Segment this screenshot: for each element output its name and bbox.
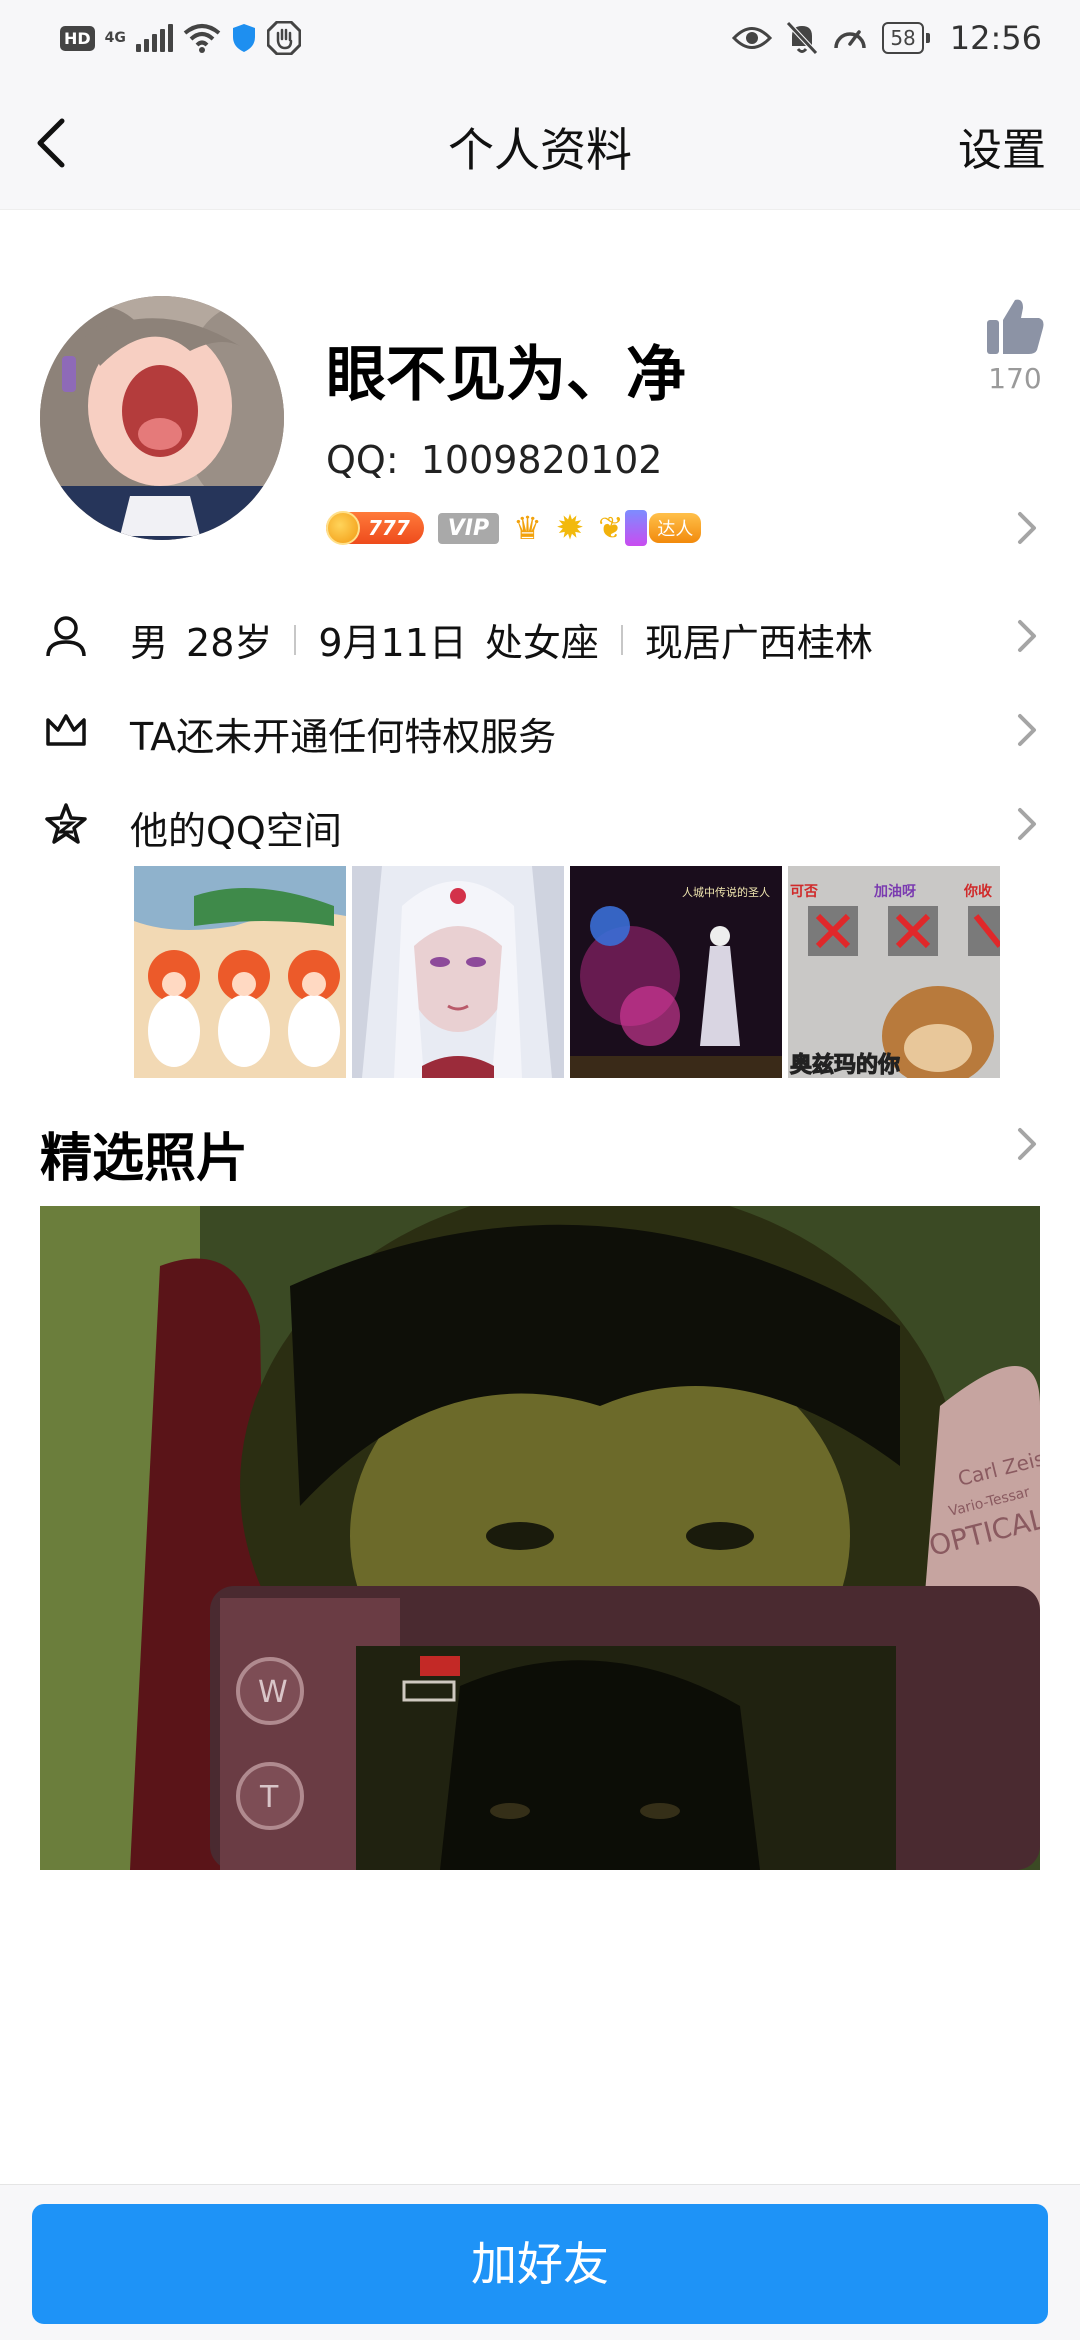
phone-icon (625, 510, 648, 546)
divider (294, 624, 297, 655)
wing-icon: ❦ (598, 510, 624, 546)
status-bar: HD 4G 58 12:56 (0, 0, 1080, 76)
birthday: 9月11日 (318, 621, 467, 665)
qq-number-line: QQ: 1009820102 (326, 438, 663, 482)
qq-label: QQ: (326, 438, 399, 482)
featured-photo[interactable]: W T Carl Zeiss Vario-Tessar OPTICAL 20 (40, 1206, 1040, 1870)
thumb4-caption-bottom: 奥兹玛的你 (790, 1052, 900, 1078)
title-bar: 个人资料 设置 (0, 76, 1080, 210)
daren-badge-label: 达人 (649, 513, 702, 543)
vip-badge: VIP (437, 512, 500, 544)
basic-info-text: 男 28岁 9月11日 处女座 现居广西桂林 (130, 612, 873, 667)
chevron-right-icon[interactable] (1014, 1124, 1042, 1164)
hand-icon (266, 21, 301, 55)
thumb-image (352, 866, 564, 1078)
badge-row[interactable]: 777 VIP ♛ ✹ ❦ 达人 (326, 508, 702, 548)
hd-indicator: HD (60, 25, 95, 51)
crown-outline-icon (46, 714, 86, 746)
featured-photos-title: 精选照片 (40, 1129, 249, 1189)
avatar[interactable] (40, 296, 284, 540)
battery-indicator: 58 (882, 22, 931, 54)
thumb4-caption-2: 加油呀 (873, 883, 916, 900)
thumb-image (134, 866, 346, 1078)
coin-badge: 777 (326, 511, 424, 545)
divider (620, 624, 623, 655)
signal-icon (135, 24, 173, 52)
shield-icon (232, 24, 255, 52)
chevron-right-icon (1018, 808, 1036, 840)
like-button[interactable]: 170 (980, 296, 1050, 395)
network-type: 4G (104, 30, 126, 46)
qq-number: 1009820102 (420, 438, 663, 482)
sun-icon: ✹ (555, 508, 585, 548)
qzone-thumb-2[interactable] (352, 866, 564, 1078)
featured-photo-image: W T Carl Zeiss Vario-Tessar OPTICAL 20 (40, 1206, 1040, 1870)
zoom-wide-label: W (258, 1675, 288, 1710)
star-icon (45, 803, 87, 844)
privilege-text: TA还未开通任何特权服务 (130, 715, 557, 759)
clock: 12:56 (949, 19, 1042, 57)
location: 现居广西桂林 (644, 621, 873, 665)
wifi-icon (183, 24, 221, 53)
coin-badge-value: 777 (368, 516, 410, 540)
zodiac: 处女座 (484, 621, 599, 665)
qzone-thumb-4[interactable]: 可否 加油呀 你收 奥兹玛的你 (788, 866, 1000, 1078)
person-icon (46, 616, 86, 657)
qzone-thumb-3[interactable]: 人城中传说的圣人 (570, 866, 782, 1078)
gender: 男 (130, 621, 169, 665)
basic-info-row[interactable]: 男 28岁 9月11日 处女座 现居广西桂林 (0, 596, 1080, 676)
age: 28岁 (186, 621, 273, 665)
qzone-thumbnails: 人城中传说的圣人 可否 加油呀 你收 奥兹玛的你 (134, 866, 1000, 1078)
thumb-image: 人城中传说的圣人 (570, 866, 782, 1078)
daren-badge: ❦ 达人 (598, 510, 702, 546)
chevron-right-icon (1018, 620, 1036, 652)
speedometer-icon (834, 30, 867, 49)
nickname: 眼不见为、净 (326, 340, 686, 410)
thumbs-up-icon (987, 299, 1044, 354)
status-right: 58 12:56 (732, 18, 1042, 58)
privilege-row[interactable]: TA还未开通任何特权服务 (0, 690, 1080, 770)
zoom-tele-label: T (259, 1780, 279, 1815)
page-title: 个人资料 (448, 123, 632, 177)
thumb3-caption: 人城中传说的圣人 (682, 885, 770, 899)
chevron-right-icon[interactable] (1014, 508, 1042, 548)
settings-button[interactable]: 设置 (958, 114, 1046, 178)
chevron-right-icon (1018, 714, 1036, 746)
coin-icon (326, 511, 360, 545)
thumb-image: 可否 加油呀 你收 奥兹玛的你 (788, 866, 1000, 1078)
crown-icon: ♛ (513, 509, 542, 547)
thumb4-caption-1: 可否 (790, 884, 818, 900)
like-count: 170 (988, 362, 1042, 395)
add-friend-button[interactable]: 加好友 (32, 2204, 1048, 2324)
status-left: HD 4G (60, 18, 301, 58)
qzone-row[interactable]: 他的QQ空间 (0, 784, 1080, 864)
mute-bell-icon (786, 21, 819, 55)
qzone-text: 他的QQ空间 (130, 809, 342, 853)
thumb4-caption-3: 你收 (963, 883, 993, 900)
qzone-thumb-1[interactable] (134, 866, 346, 1078)
eye-icon (732, 27, 773, 49)
avatar-image (40, 296, 284, 540)
